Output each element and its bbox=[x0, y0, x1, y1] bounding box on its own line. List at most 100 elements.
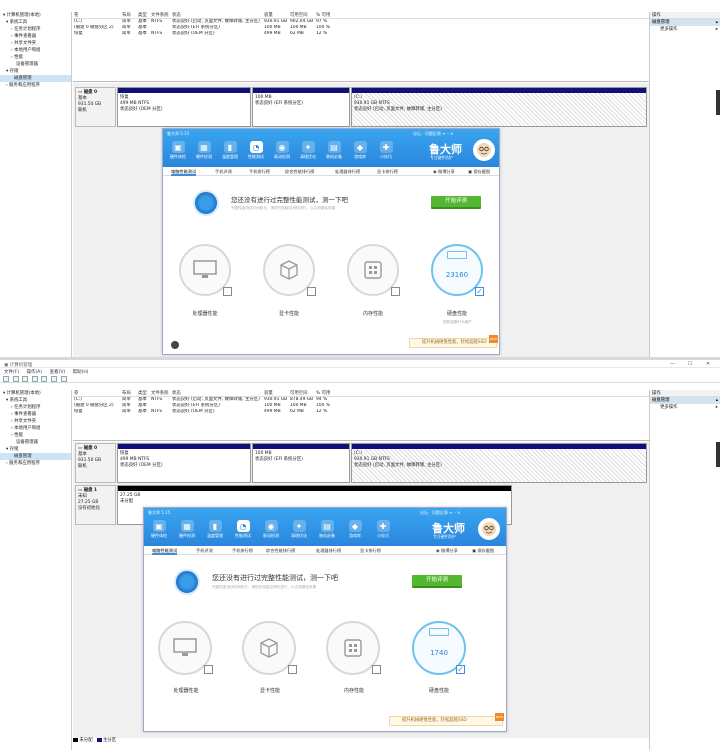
tree-item-storage[interactable]: ▾ 存储 bbox=[0, 446, 71, 453]
tree-item-storage[interactable]: ▾ 存储 bbox=[0, 68, 71, 75]
tab-overall-rank[interactable]: 综合性能排行榜 bbox=[266, 546, 295, 555]
feedback-link[interactable]: 问题反馈 bbox=[425, 131, 441, 136]
nav-cleanup[interactable]: ✦ 清理优化 bbox=[288, 520, 310, 539]
tree-item-local-users[interactable]: › 本地用户和组 bbox=[0, 425, 71, 432]
col-header[interactable]: 状态 bbox=[171, 12, 263, 18]
cpu-checkbox[interactable] bbox=[223, 287, 232, 296]
tab-gpu-rank[interactable]: 显卡排行榜 bbox=[360, 546, 381, 555]
col-header[interactable]: 状态 bbox=[171, 390, 263, 396]
partition-c[interactable]: (C:) 930.91 GB NTFS 状态良好 (启动, 页面文件, 故障转储… bbox=[351, 443, 647, 483]
tree-item-shared-folders[interactable]: › 共享文件夹 bbox=[0, 40, 71, 47]
col-header[interactable]: 容量 bbox=[263, 390, 289, 396]
ssd-promo-button[interactable]: 提升机械硬盘性能，轻松超越SSD NEW bbox=[409, 335, 498, 348]
scrollbar-thumb[interactable] bbox=[716, 442, 720, 467]
gpu-checkbox[interactable] bbox=[307, 287, 316, 296]
tab-pc-test[interactable]: 电脑性能测试 bbox=[171, 167, 197, 176]
nav-games[interactable]: ◆ 游戏库 bbox=[344, 520, 366, 539]
tab-phone-rank[interactable]: 手机排行榜 bbox=[249, 167, 270, 176]
minimize-icon[interactable]: – bbox=[454, 510, 456, 515]
nav-temperature[interactable]: ▮ 温度管理 bbox=[204, 520, 226, 539]
col-header[interactable]: % 可用 bbox=[315, 390, 335, 396]
view-icon[interactable] bbox=[50, 376, 57, 382]
col-header[interactable]: 文件系统 bbox=[150, 390, 171, 396]
col-header[interactable]: 类型 bbox=[137, 12, 150, 18]
share-button[interactable]: ◉ 微博分享 bbox=[436, 546, 458, 555]
forum-link[interactable]: 论坛 bbox=[413, 131, 421, 136]
col-header[interactable]: 布局 bbox=[121, 12, 137, 18]
nav-health-check[interactable]: ▣ 硬件体检 bbox=[167, 141, 189, 160]
disk-0[interactable]: ▭ 磁盘 0 基本 931.50 GB 联机 恢复 499 MB NTFS 状态… bbox=[75, 87, 647, 127]
col-header[interactable]: 卷 bbox=[73, 390, 121, 396]
partition-recovery[interactable]: 恢复 499 MB NTFS 状态良好 (OEM 分区) bbox=[117, 87, 251, 127]
col-header[interactable]: 容量 bbox=[263, 12, 289, 18]
nav-health-check[interactable]: ▣ 硬件体检 bbox=[148, 520, 170, 539]
memory-checkbox[interactable] bbox=[372, 665, 381, 674]
col-header[interactable]: 布局 bbox=[121, 390, 137, 396]
menu-icon[interactable]: ≡ bbox=[449, 510, 452, 515]
col-header[interactable]: % 可用 bbox=[315, 12, 335, 18]
actions-more[interactable]: 更多操作 ▸ bbox=[650, 26, 720, 33]
nav-hardware[interactable]: ▦ 硬件检测 bbox=[176, 520, 198, 539]
partition-c[interactable]: (C:) 930.91 GB NTFS 状态良好 (启动, 页面文件, 故障转储… bbox=[351, 87, 647, 127]
save-screenshot-button[interactable]: ▣ 保存截图 bbox=[468, 167, 490, 176]
cpu-checkbox[interactable] bbox=[204, 665, 213, 674]
up-icon[interactable] bbox=[22, 376, 29, 382]
feedback-link[interactable]: 问题反馈 bbox=[432, 510, 448, 515]
nav-performance[interactable]: ◔ 性能测试 bbox=[245, 141, 267, 160]
col-header[interactable]: 可用空间 bbox=[289, 12, 315, 18]
tree-item-device-manager[interactable]: 设备管理器 bbox=[0, 439, 71, 446]
tree-item-local-users[interactable]: › 本地用户和组 bbox=[0, 47, 71, 54]
tree-item-event-viewer[interactable]: › 事件查看器 bbox=[0, 33, 71, 40]
close-window-icon[interactable]: ✕ bbox=[706, 361, 710, 367]
tab-overall-rank[interactable]: 综合性能排行榜 bbox=[285, 167, 314, 176]
share-button[interactable]: ◉ 微博分享 bbox=[433, 167, 455, 176]
refresh-icon[interactable] bbox=[60, 376, 67, 382]
start-test-button[interactable]: 开始评测 bbox=[412, 575, 462, 588]
tab-phone-rank[interactable]: 手机排行榜 bbox=[232, 546, 253, 555]
help-icon[interactable] bbox=[41, 376, 48, 382]
col-header[interactable]: 类型 bbox=[137, 390, 150, 396]
tree-item-disk-management[interactable]: 磁盘管理 bbox=[0, 453, 71, 460]
maximize-window-icon[interactable]: ☐ bbox=[688, 361, 692, 367]
disk-checkbox[interactable]: ✓ bbox=[456, 665, 465, 674]
nav-performance[interactable]: ◔ 性能测试 bbox=[232, 520, 254, 539]
tab-gpu-rank[interactable]: 显卡排行榜 bbox=[377, 167, 398, 176]
tree-item-system-tools[interactable]: ▾ 系统工具 bbox=[0, 397, 71, 404]
nav-essentials[interactable]: ▤ 装机必备 bbox=[323, 141, 345, 160]
tab-phone-test[interactable]: 手机评测 bbox=[215, 167, 232, 176]
partition-recovery[interactable]: 恢复 499 MB NTFS 状态良好 (OEM 分区) bbox=[117, 443, 251, 483]
partition-efi[interactable]: 100 MB 状态良好 (EFI 系统分区) bbox=[252, 443, 350, 483]
actions-more[interactable]: 更多操作 ▸ bbox=[650, 404, 720, 411]
col-header[interactable]: 可用空间 bbox=[289, 390, 315, 396]
start-test-button[interactable]: 开始评测 bbox=[431, 196, 481, 209]
scrollbar-thumb[interactable] bbox=[716, 90, 720, 115]
properties-icon[interactable] bbox=[31, 376, 38, 382]
volume-row[interactable]: 恢复 简单 基本 NTFS 状态良好 (OEM 分区) 499 MB 62 MB 12 % bbox=[73, 409, 649, 415]
col-header[interactable]: 卷 bbox=[73, 12, 121, 18]
memory-checkbox[interactable] bbox=[391, 287, 400, 296]
tree-item-task-scheduler[interactable]: › 任务计划程序 bbox=[0, 26, 71, 33]
nav-tips[interactable]: ✚ 小技巧 bbox=[375, 141, 397, 160]
minimize-icon[interactable]: – bbox=[447, 131, 449, 136]
tree-item-system-tools[interactable]: ▾ 系统工具 bbox=[0, 19, 71, 26]
back-icon[interactable] bbox=[3, 376, 9, 382]
nav-temperature[interactable]: ▮ 温度管理 bbox=[219, 141, 241, 160]
partition-efi[interactable]: 100 MB 状态良好 (EFI 系统分区) bbox=[252, 87, 350, 127]
tree-item-device-manager[interactable]: 设备管理器 bbox=[0, 61, 71, 68]
tree-item-task-scheduler[interactable]: › 任务计划程序 bbox=[0, 404, 71, 411]
nav-driver[interactable]: ◉ 驱动检测 bbox=[260, 520, 282, 539]
tree-item-services[interactable]: › 服务和应用程序 bbox=[0, 460, 71, 467]
nav-hardware[interactable]: ▦ 硬件检测 bbox=[193, 141, 215, 160]
ssd-promo-button[interactable]: 提升机械硬盘性能，轻松超越SSD NEW bbox=[389, 713, 504, 726]
tab-pc-test[interactable]: 电脑性能测试 bbox=[152, 546, 178, 555]
tree-item-disk-management[interactable]: 磁盘管理 bbox=[0, 75, 71, 82]
close-icon[interactable]: ✕ bbox=[450, 131, 453, 136]
menu-icon[interactable]: ≡ bbox=[442, 131, 445, 136]
actions-disk-management[interactable]: 磁盘管理 ▴ bbox=[650, 397, 720, 404]
forward-icon[interactable] bbox=[12, 376, 19, 382]
nav-tips[interactable]: ✚ 小技巧 bbox=[372, 520, 394, 539]
save-screenshot-button[interactable]: ▣ 保存截图 bbox=[472, 546, 494, 555]
tab-cpu-rank[interactable]: 处理器排行榜 bbox=[335, 167, 360, 176]
disk-checkbox[interactable]: ✓ bbox=[475, 287, 484, 296]
nav-driver[interactable]: ◉ 驱动检测 bbox=[271, 141, 293, 160]
